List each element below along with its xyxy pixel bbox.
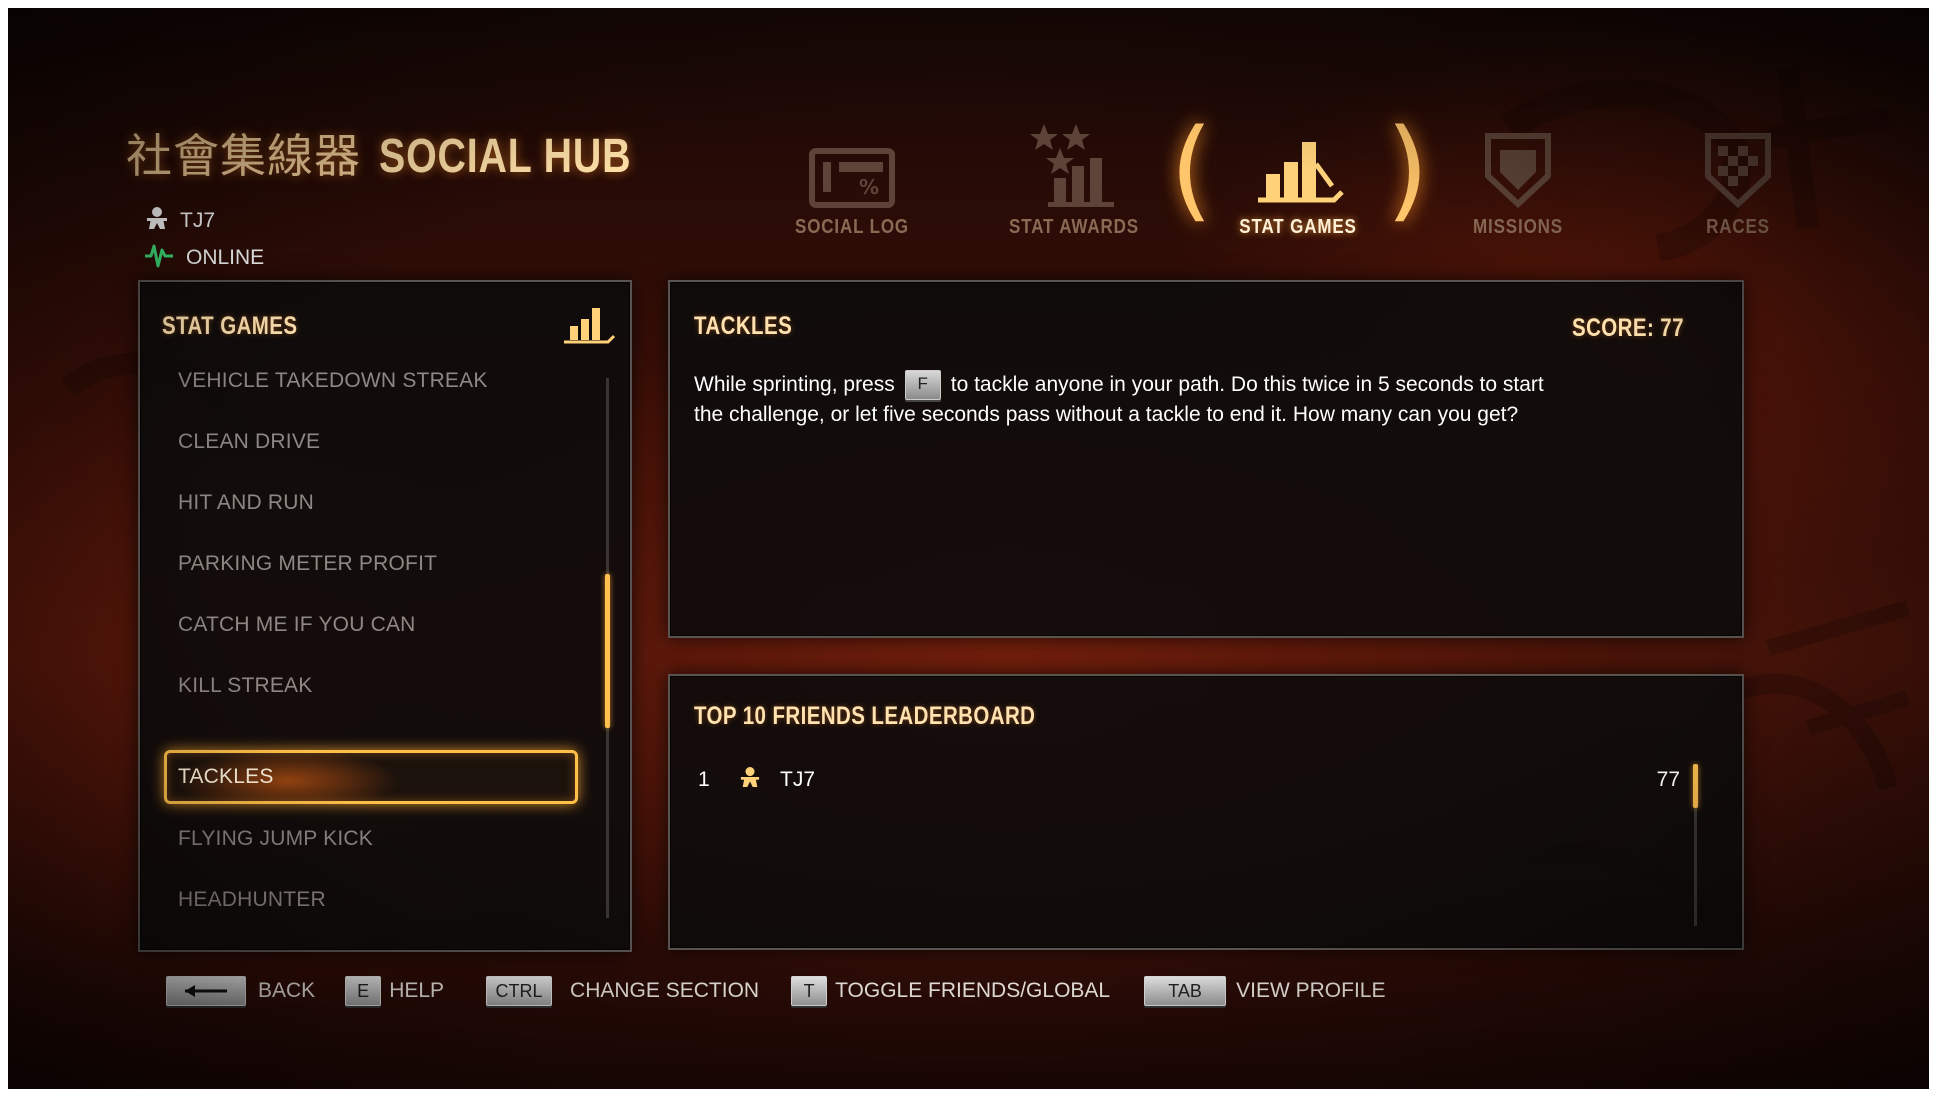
- leaderboard-panel: TOP 10 FRIENDS LEADERBOARD 1 TJ7 77: [668, 674, 1744, 950]
- tackle-key-icon: F: [904, 370, 941, 401]
- list-item-selected[interactable]: TACKLES: [164, 750, 578, 804]
- list-item[interactable]: KILL STREAK: [164, 661, 574, 711]
- user-info: TJ7: [146, 206, 215, 236]
- leaderboard-scrollbar-thumb[interactable]: [1693, 764, 1698, 808]
- panel-title: STAT GAMES: [162, 312, 298, 340]
- tab-label: STAT AWARDS: [1009, 216, 1139, 238]
- description-text: While sprinting, press: [694, 373, 895, 396]
- back-label[interactable]: BACK: [258, 979, 315, 1003]
- help-key[interactable]: E: [345, 976, 382, 1006]
- list-item[interactable]: FLYING JUMP KICK: [164, 814, 574, 864]
- stat-awards-icon: [1030, 124, 1114, 207]
- tab-stat-games[interactable]: STAT GAMES: [1198, 108, 1398, 248]
- view-profile-label[interactable]: VIEW PROFILE: [1236, 979, 1385, 1003]
- tab-label: SOCIAL LOG: [795, 216, 909, 238]
- toggle-key[interactable]: T: [791, 976, 828, 1006]
- page-title: 社會集線器 SOCIAL HUB: [126, 120, 687, 186]
- social-log-icon: %: [809, 148, 895, 208]
- player-icon: [740, 766, 760, 794]
- tab-stat-awards[interactable]: STAT AWARDS: [974, 108, 1174, 248]
- username: TJ7: [180, 209, 216, 232]
- online-pulse-icon: [144, 242, 174, 274]
- detail-title: TACKLES: [694, 312, 793, 340]
- list-item[interactable]: VEHICLE TAKEDOWN STREAK: [164, 356, 574, 406]
- title-cjk: 社會集線器: [126, 129, 361, 183]
- footer-controls: BACK E HELP CTRL CHANGE SECTION T TOGGLE…: [166, 976, 1385, 1006]
- tab-label: STAT GAMES: [1239, 216, 1357, 238]
- stat-games-icon: [562, 306, 616, 351]
- leaderboard-rank: 1: [698, 768, 710, 791]
- help-label[interactable]: HELP: [389, 979, 444, 1003]
- tab-races[interactable]: RACES: [1638, 108, 1838, 248]
- list-item[interactable]: CATCH ME IF YOU CAN: [164, 600, 574, 650]
- detail-panel: TACKLES SCORE: 77 While sprinting, press…: [668, 280, 1744, 638]
- races-icon: [1705, 133, 1771, 208]
- back-key[interactable]: [166, 976, 246, 1006]
- leaderboard-row[interactable]: 1 TJ7 77: [694, 764, 1694, 798]
- score-label: SCORE: 77: [1572, 314, 1684, 342]
- tab-label: MISSIONS: [1473, 216, 1563, 238]
- view-profile-key[interactable]: TAB: [1144, 976, 1227, 1006]
- online-status: ONLINE: [144, 242, 264, 274]
- leaderboard-name: TJ7: [780, 768, 816, 791]
- list-item[interactable]: HEADHUNTER: [164, 875, 574, 925]
- list-scrollbar-thumb[interactable]: [605, 574, 610, 728]
- leaderboard-title: TOP 10 FRIENDS LEADERBOARD: [694, 702, 1036, 730]
- stat-games-icon: [1258, 142, 1344, 203]
- leaderboard-score: 77: [1656, 768, 1680, 791]
- stat-games-panel: STAT GAMES VEHICLE TAKEDOWN STREAK CLEAN…: [138, 280, 632, 952]
- arrow-left-icon: [185, 985, 227, 997]
- tab-social-log[interactable]: % SOCIAL LOG: [752, 108, 952, 248]
- tab-missions[interactable]: MISSIONS: [1418, 108, 1618, 248]
- change-section-key[interactable]: CTRL: [486, 976, 553, 1006]
- player-icon: [146, 206, 168, 236]
- game-screen: 社會集線器 SOCIAL HUB TJ7 ONLINE % SOCIAL LOG…: [8, 8, 1929, 1089]
- detail-description: While sprinting, press Fto tackle anyone …: [694, 370, 1574, 430]
- svg-text:%: %: [859, 175, 879, 199]
- list-item[interactable]: PARKING METER PROFIT: [164, 539, 574, 589]
- title-text: SOCIAL HUB: [379, 130, 632, 183]
- change-section-label[interactable]: CHANGE SECTION: [570, 979, 759, 1003]
- missions-icon: [1485, 133, 1551, 208]
- list-item[interactable]: CLEAN DRIVE: [164, 417, 574, 467]
- list-item[interactable]: HIT AND RUN: [164, 478, 574, 528]
- tab-label: RACES: [1706, 216, 1770, 238]
- toggle-friends-global-label[interactable]: TOGGLE FRIENDS/GLOBAL: [835, 979, 1110, 1003]
- status-text: ONLINE: [186, 246, 265, 269]
